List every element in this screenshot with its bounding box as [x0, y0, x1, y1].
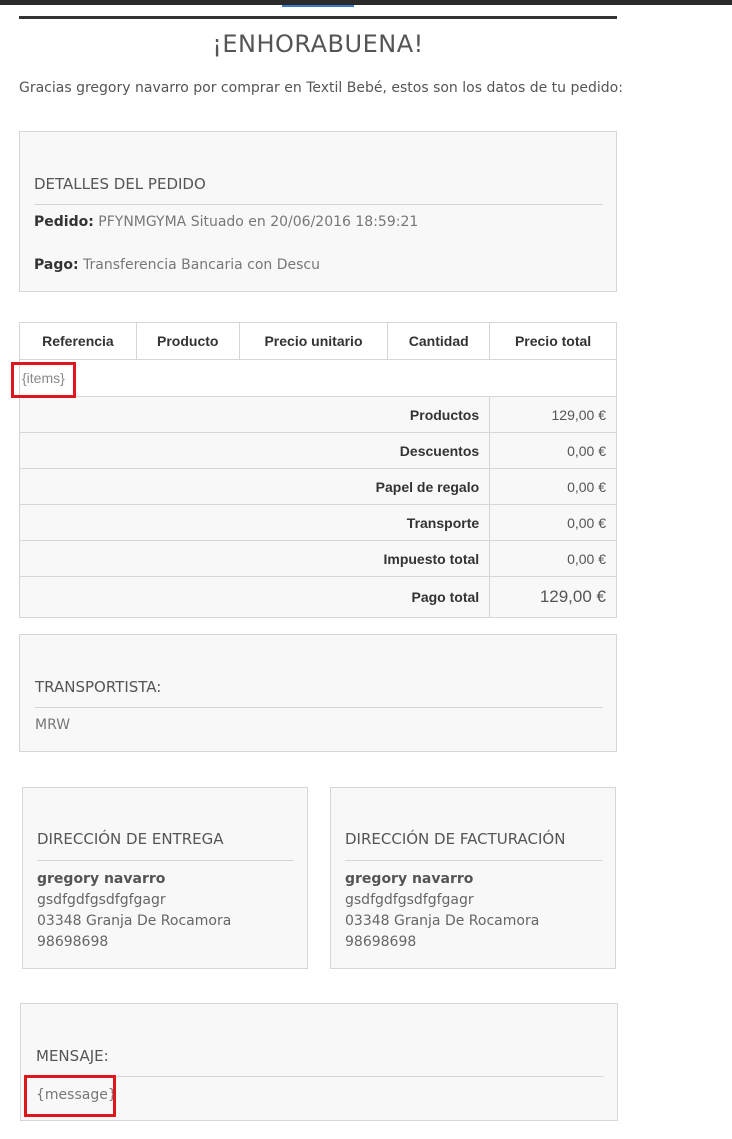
billing-phone: 98698698	[345, 934, 417, 950]
summary-value: 129,00 €	[489, 396, 617, 433]
summary-label: Papel de regalo	[18, 468, 491, 505]
summary-label: Productos	[18, 396, 491, 433]
table-row: Impuesto total 0,00 €	[18, 540, 617, 577]
billing-address-box: DIRECCIÓN DE FACTURACIÓN gregory navarro…	[330, 787, 616, 969]
delivery-line1: gsdfgdfgsdfgfgagr	[37, 892, 166, 908]
table-row: Transporte 0,00 €	[18, 504, 617, 541]
divider	[34, 204, 603, 205]
header-rule	[19, 16, 617, 19]
divider	[345, 860, 602, 861]
carrier-box: TRANSPORTISTA: MRW	[19, 634, 617, 752]
summary-label: Transporte	[18, 504, 491, 541]
divider	[35, 707, 603, 708]
order-label: Pedido:	[34, 214, 94, 230]
table-row: Papel de regalo 0,00 €	[18, 468, 617, 505]
order-value: PFYNMGYMA Situado en 20/06/2016 18:59:21	[98, 214, 419, 230]
carrier-value: MRW	[35, 717, 71, 733]
table-row: Productos 129,00 €	[18, 396, 617, 433]
delivery-phone: 98698698	[37, 934, 109, 950]
column-header: Referencia	[19, 322, 137, 360]
payment-value: Transferencia Bancaria con Descu	[83, 257, 320, 273]
summary-value: 0,00 €	[489, 504, 617, 541]
delivery-address: gregory navarro gsdfgdfgsdfgfgagr 03348 …	[37, 869, 231, 953]
order-items-table: Referencia Producto Precio unitario Cant…	[18, 322, 617, 618]
payment-label: Pago:	[34, 257, 79, 273]
summary-label: Descuentos	[18, 432, 491, 469]
items-placeholder: {items}	[19, 359, 617, 397]
total-value: 129,00 €	[489, 576, 617, 618]
summary-value: 0,00 €	[489, 540, 617, 577]
summary-label: Impuesto total	[18, 540, 491, 577]
column-header: Cantidad	[387, 322, 491, 360]
summary-value: 0,00 €	[489, 432, 617, 469]
order-number: Pedido: PFYNMGYMA Situado en 20/06/2016 …	[34, 214, 418, 230]
table-row: {items}	[19, 359, 617, 397]
billing-name: gregory navarro	[345, 871, 474, 887]
total-label: Pago total	[18, 576, 491, 618]
delivery-address-box: DIRECCIÓN DE ENTREGA gregory navarro gsd…	[22, 787, 308, 969]
table-row: Descuentos 0,00 €	[18, 432, 617, 469]
delivery-title: DIRECCIÓN DE ENTREGA	[37, 830, 224, 848]
message-highlight	[24, 1075, 116, 1117]
items-highlight	[11, 362, 76, 398]
order-details-box: DETALLES DEL PEDIDO Pedido: PFYNMGYMA Si…	[19, 131, 617, 292]
top-link-underline	[282, 5, 354, 7]
column-header: Producto	[135, 322, 240, 360]
billing-address: gregory navarro gsdfgdfgsdfgfgagr 03348 …	[345, 869, 539, 953]
order-details-title: DETALLES DEL PEDIDO	[34, 175, 206, 193]
billing-line2: 03348 Granja De Rocamora	[345, 913, 540, 929]
delivery-line2: 03348 Granja De Rocamora	[37, 913, 232, 929]
carrier-title: TRANSPORTISTA:	[35, 678, 162, 696]
column-header: Precio total	[489, 322, 617, 360]
billing-title: DIRECCIÓN DE FACTURACIÓN	[345, 830, 566, 848]
table-header-row: Referencia Producto Precio unitario Cant…	[19, 322, 617, 360]
message-title: MENSAJE:	[36, 1047, 109, 1065]
payment-method: Pago: Transferencia Bancaria con Descu	[34, 257, 320, 273]
divider	[37, 860, 294, 861]
column-header: Precio unitario	[238, 322, 389, 360]
table-row: Pago total 129,00 €	[18, 576, 617, 618]
delivery-name: gregory navarro	[37, 871, 166, 887]
intro-text: Gracias gregory navarro por comprar en T…	[19, 80, 623, 96]
page-title: ¡ENHORABUENA!	[212, 30, 424, 58]
summary-value: 0,00 €	[489, 468, 617, 505]
top-bar	[0, 0, 732, 5]
divider	[36, 1076, 604, 1077]
billing-line1: gsdfgdfgsdfgfgagr	[345, 892, 474, 908]
